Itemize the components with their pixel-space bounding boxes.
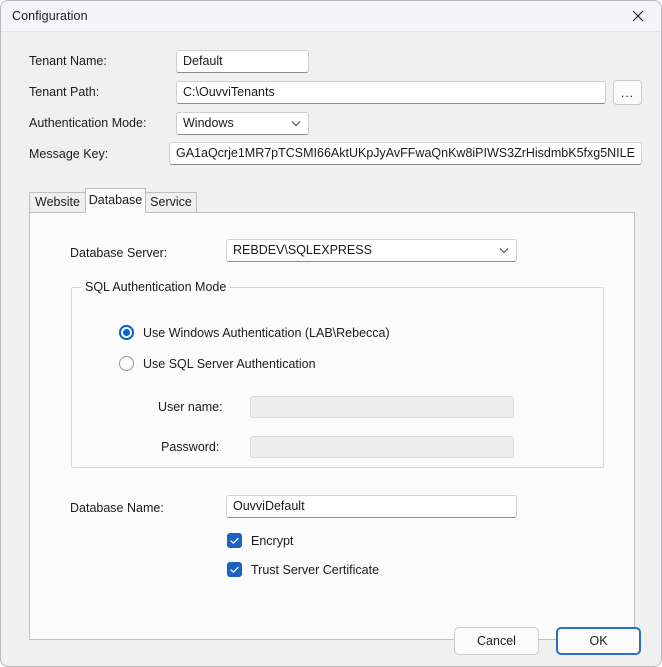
message-key-input[interactable]: GA1aQcrje1MR7pTCSMI66AktUKpJyAvFFwaQnKw8…	[169, 142, 642, 165]
sql-authentication-mode-title: SQL Authentication Mode	[81, 280, 231, 294]
tenant-path-label: Tenant Path:	[29, 85, 100, 99]
radio-use-windows-authentication[interactable]: Use Windows Authentication (LAB\Rebecca)	[119, 325, 390, 340]
authentication-mode-label: Authentication Mode:	[29, 116, 147, 130]
title-bar: Configuration	[1, 1, 661, 32]
checkbox-trust-server-certificate[interactable]: Trust Server Certificate	[227, 562, 379, 577]
tenant-path-input[interactable]: C:\OuvviTenants	[176, 81, 606, 104]
authentication-mode-value: Windows	[183, 116, 234, 130]
tab-panel-database: Database Server: REBDEV\SQLEXPRESS SQL A…	[29, 212, 635, 640]
tenant-name-label: Tenant Name:	[29, 54, 107, 68]
check-indicator-trust-server-certificate	[227, 562, 242, 577]
check-indicator-encrypt	[227, 533, 242, 548]
cancel-button[interactable]: Cancel	[454, 627, 539, 655]
tab-service[interactable]: Service	[145, 192, 197, 212]
check-label-trust-server-certificate: Trust Server Certificate	[251, 562, 380, 577]
password-label: Password:	[161, 440, 220, 454]
radio-label-sql-auth: Use SQL Server Authentication	[143, 356, 316, 371]
checkbox-encrypt[interactable]: Encrypt	[227, 533, 293, 548]
authentication-mode-select[interactable]: Windows	[176, 112, 309, 135]
ok-button[interactable]: OK	[556, 627, 641, 655]
user-name-input[interactable]	[250, 396, 514, 418]
message-key-label: Message Key:	[29, 147, 109, 161]
tenant-path-browse-button[interactable]: ...	[613, 80, 642, 105]
check-label-encrypt: Encrypt	[251, 533, 294, 548]
radio-indicator-sql-auth	[119, 356, 134, 371]
user-name-label: User name:	[158, 400, 223, 414]
password-input[interactable]	[250, 436, 514, 458]
window-title: Configuration	[12, 9, 88, 23]
configuration-dialog: Configuration Tenant Name: Default Tenan…	[0, 0, 662, 667]
tenant-name-input[interactable]: Default	[176, 50, 309, 73]
database-name-input[interactable]: OuvviDefault	[226, 495, 517, 518]
chevron-down-icon	[291, 113, 301, 134]
close-icon[interactable]	[615, 1, 661, 31]
database-server-label: Database Server:	[70, 246, 168, 260]
tab-database[interactable]: Database	[85, 188, 146, 213]
radio-use-sql-server-authentication[interactable]: Use SQL Server Authentication	[119, 356, 316, 371]
sql-authentication-mode-group: SQL Authentication Mode Use Windows Auth…	[71, 280, 604, 468]
database-server-select[interactable]: REBDEV\SQLEXPRESS	[226, 239, 517, 262]
tab-website[interactable]: Website	[29, 192, 86, 212]
database-name-label: Database Name:	[70, 501, 164, 515]
chevron-down-icon	[499, 240, 509, 261]
radio-label-windows-auth: Use Windows Authentication (LAB\Rebecca)	[143, 325, 390, 340]
database-server-value: REBDEV\SQLEXPRESS	[233, 243, 372, 257]
radio-indicator-windows-auth	[119, 325, 134, 340]
